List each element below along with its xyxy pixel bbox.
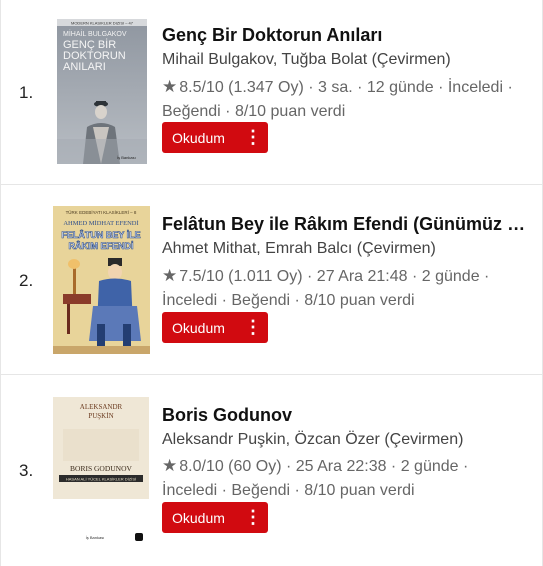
cover-author: AHMED MİDHAT EFENDİ (63, 220, 138, 227)
cover-series: TÜRK EDEBİYATI KLASİKLERİ – 8 (66, 209, 137, 215)
list-item: 3. ALEKSANDR PUŞKİN BORIS GODUNOV HASAN … (1, 375, 542, 566)
book-meta: ★ 8.5/10 (1.347 Oy) · 3 sa. · 12 günde · … (162, 75, 527, 124)
book-meta-text: 7.5/10 (1.011 Oy) · 27 Ara 21:48 · 2 gün… (162, 268, 490, 309)
book-list: 1. MODERN KLASIKLER DIZISI – 47 MİHAİL B… (0, 0, 543, 566)
okudum-button-label: Okudum (172, 319, 225, 336)
okudum-button-label: Okudum (172, 129, 225, 146)
cover-title-line: FELÂTUN BEY İLE (61, 229, 140, 240)
cover-author-line: PUŞKİN (88, 412, 113, 420)
cover-publisher: İş Bankası (117, 155, 136, 160)
cover-author: MİHAİL BULGAKOV (63, 29, 127, 38)
book-cover-image[interactable]: ALEKSANDR PUŞKİN BORIS GODUNOV HASAN ALİ… (53, 395, 149, 547)
cover-art-genc-bir-doktorun-anilari: MODERN KLASIKLER DIZISI – 47 MİHAİL BULG… (57, 19, 147, 164)
book-meta: ★ 7.5/10 (1.011 Oy) · 27 Ara 21:48 · 2 gü… (162, 264, 527, 313)
more-options-icon[interactable]: ⋮ (238, 312, 268, 343)
book-cover-image[interactable]: MODERN KLASIKLER DIZISI – 47 MİHAİL BULG… (57, 19, 147, 164)
cover-author-line: ALEKSANDR (80, 403, 123, 411)
okudum-button[interactable]: Okudum ⋮ (162, 122, 268, 153)
more-options-icon[interactable]: ⋮ (238, 502, 268, 533)
cover-title-line: ANILARI (63, 61, 106, 73)
okudum-button-label: Okudum (172, 509, 225, 526)
cover-title-line: RÂKIM EFENDİ (69, 240, 134, 251)
star-icon: ★ (162, 77, 178, 96)
cover-series: MODERN KLASIKLER DIZISI – 47 (71, 21, 134, 26)
book-title-link[interactable]: Genç Bir Doktorun Anıları (162, 24, 532, 46)
rank-number: 2. (19, 271, 34, 290)
okudum-button[interactable]: Okudum ⋮ (162, 312, 268, 343)
book-meta: ★ 8.0/10 (60 Oy) · 25 Ara 22:38 · 2 günde… (162, 454, 527, 503)
star-icon: ★ (162, 266, 178, 285)
book-cover-image[interactable]: TÜRK EDEBİYATI KLASİKLERİ – 8 AHMED MİDH… (53, 206, 150, 354)
book-meta-text: 8.5/10 (1.347 Oy) · 3 sa. · 12 günde · İ… (162, 79, 513, 120)
okudum-button[interactable]: Okudum ⋮ (162, 502, 268, 533)
book-authors[interactable]: Aleksandr Puşkin, Özcan Özer (Çevirmen) (162, 430, 463, 450)
rank-number: 3. (19, 461, 34, 480)
book-authors[interactable]: Ahmet Mithat, Emrah Balcı (Çevirmen) (162, 239, 436, 259)
rank-number: 1. (19, 83, 34, 102)
list-item: 1. MODERN KLASIKLER DIZISI – 47 MİHAİL B… (1, 0, 542, 185)
cover-publisher: İş Bankası (86, 535, 105, 540)
cover-art-felatun-bey: TÜRK EDEBİYATI KLASİKLERİ – 8 AHMED MİDH… (53, 206, 150, 354)
list-item: 2. TÜRK EDEBİYATI KLASİKLERİ – 8 AHMED M… (1, 185, 542, 375)
book-meta-text: 8.0/10 (60 Oy) · 25 Ara 22:38 · 2 günde … (162, 458, 469, 499)
more-options-icon[interactable]: ⋮ (238, 122, 268, 153)
book-title-link[interactable]: Boris Godunov (162, 404, 532, 426)
cover-art-boris-godunov: ALEKSANDR PUŞKİN BORIS GODUNOV HASAN ALİ… (53, 395, 149, 547)
book-title-link[interactable]: Felâtun Bey ile Râkım Efendi (Günümüz Tü… (162, 213, 532, 235)
book-authors[interactable]: Mihail Bulgakov, Tuğba Bolat (Çevirmen) (162, 50, 451, 70)
cover-title: BORIS GODUNOV (70, 464, 132, 473)
star-icon: ★ (162, 456, 178, 475)
cover-series: HASAN ALİ YÜCEL KLASİKLER DİZİSİ (66, 477, 136, 482)
